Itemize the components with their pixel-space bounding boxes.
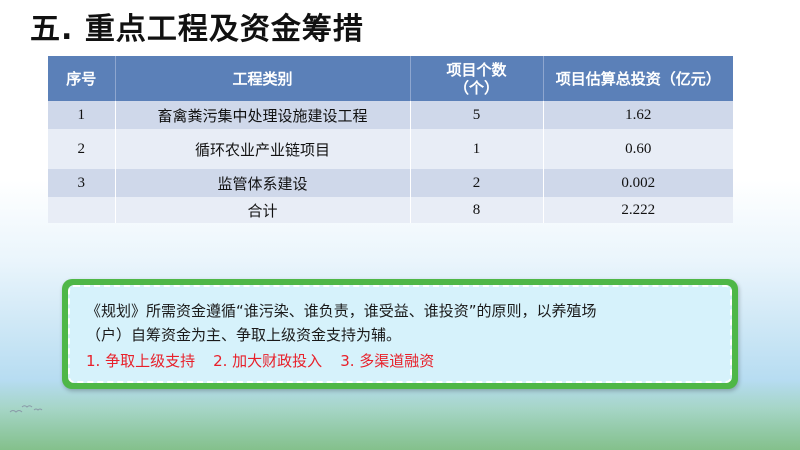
measure-item: 3. 多渠道融资	[340, 352, 435, 370]
header-investment: 项目估算总投资（亿元）	[543, 56, 733, 101]
measures-line: 1. 争取上级支持 2. 加大财政投入 3. 多渠道融资	[86, 349, 714, 373]
page-title: 五. 重点工程及资金筹措	[30, 12, 364, 47]
row-category: 循环农业产业链项目	[115, 129, 411, 169]
note-line-2: （户）自筹资金为主、争取上级资金支持为辅。	[86, 326, 402, 344]
total-seq-empty	[48, 197, 116, 223]
table-row: 3 监管体系建设 2 0.002	[48, 169, 733, 197]
header-category: 工程类别	[115, 56, 411, 101]
header-count-line1: 项目个数	[446, 60, 507, 79]
header-count-line2: （个）	[453, 78, 499, 97]
row-investment: 1.62	[543, 101, 733, 129]
measure-item: 1. 争取上级支持	[86, 352, 196, 370]
row-investment: 0.002	[543, 169, 733, 197]
row-count: 1	[410, 129, 544, 169]
row-seq: 2	[48, 129, 116, 169]
funding-note-box: 《规划》所需资金遵循“谁污染、谁负责，谁受益、谁投资”的原则，以养殖场 （户）自…	[62, 279, 738, 389]
row-seq: 1	[48, 101, 116, 129]
project-table: 序号 工程类别 项目个数 （个） 项目估算总投资（亿元） 1 畜禽粪污集中处理设…	[48, 56, 733, 223]
row-category: 畜禽粪污集中处理设施建设工程	[115, 101, 411, 129]
total-count: 8	[410, 197, 544, 223]
table-row: 2 循环农业产业链项目 1 0.60	[48, 129, 733, 169]
birds-icon	[9, 405, 43, 413]
row-count: 2	[410, 169, 544, 197]
table-row: 1 畜禽粪污集中处理设施建设工程 5 1.62	[48, 101, 733, 129]
header-count: 项目个数 （个）	[410, 56, 544, 101]
table-header-row: 序号 工程类别 项目个数 （个） 项目估算总投资（亿元）	[48, 56, 733, 101]
grass-background	[0, 380, 800, 450]
row-seq: 3	[48, 169, 116, 197]
row-count: 5	[410, 101, 544, 129]
table-total-row: 合计 8 2.222	[48, 197, 733, 223]
funding-note-inner: 《规划》所需资金遵循“谁污染、谁负责，谁受益、谁投资”的原则，以养殖场 （户）自…	[68, 285, 732, 383]
measure-item: 2. 加大财政投入	[213, 352, 323, 370]
row-category: 监管体系建设	[115, 169, 411, 197]
header-seq: 序号	[48, 56, 116, 101]
row-investment: 0.60	[543, 129, 733, 169]
total-label: 合计	[115, 197, 411, 223]
total-investment: 2.222	[543, 197, 733, 223]
note-line-1: 《规划》所需资金遵循“谁污染、谁负责，谁受益、谁投资”的原则，以养殖场	[86, 302, 597, 320]
